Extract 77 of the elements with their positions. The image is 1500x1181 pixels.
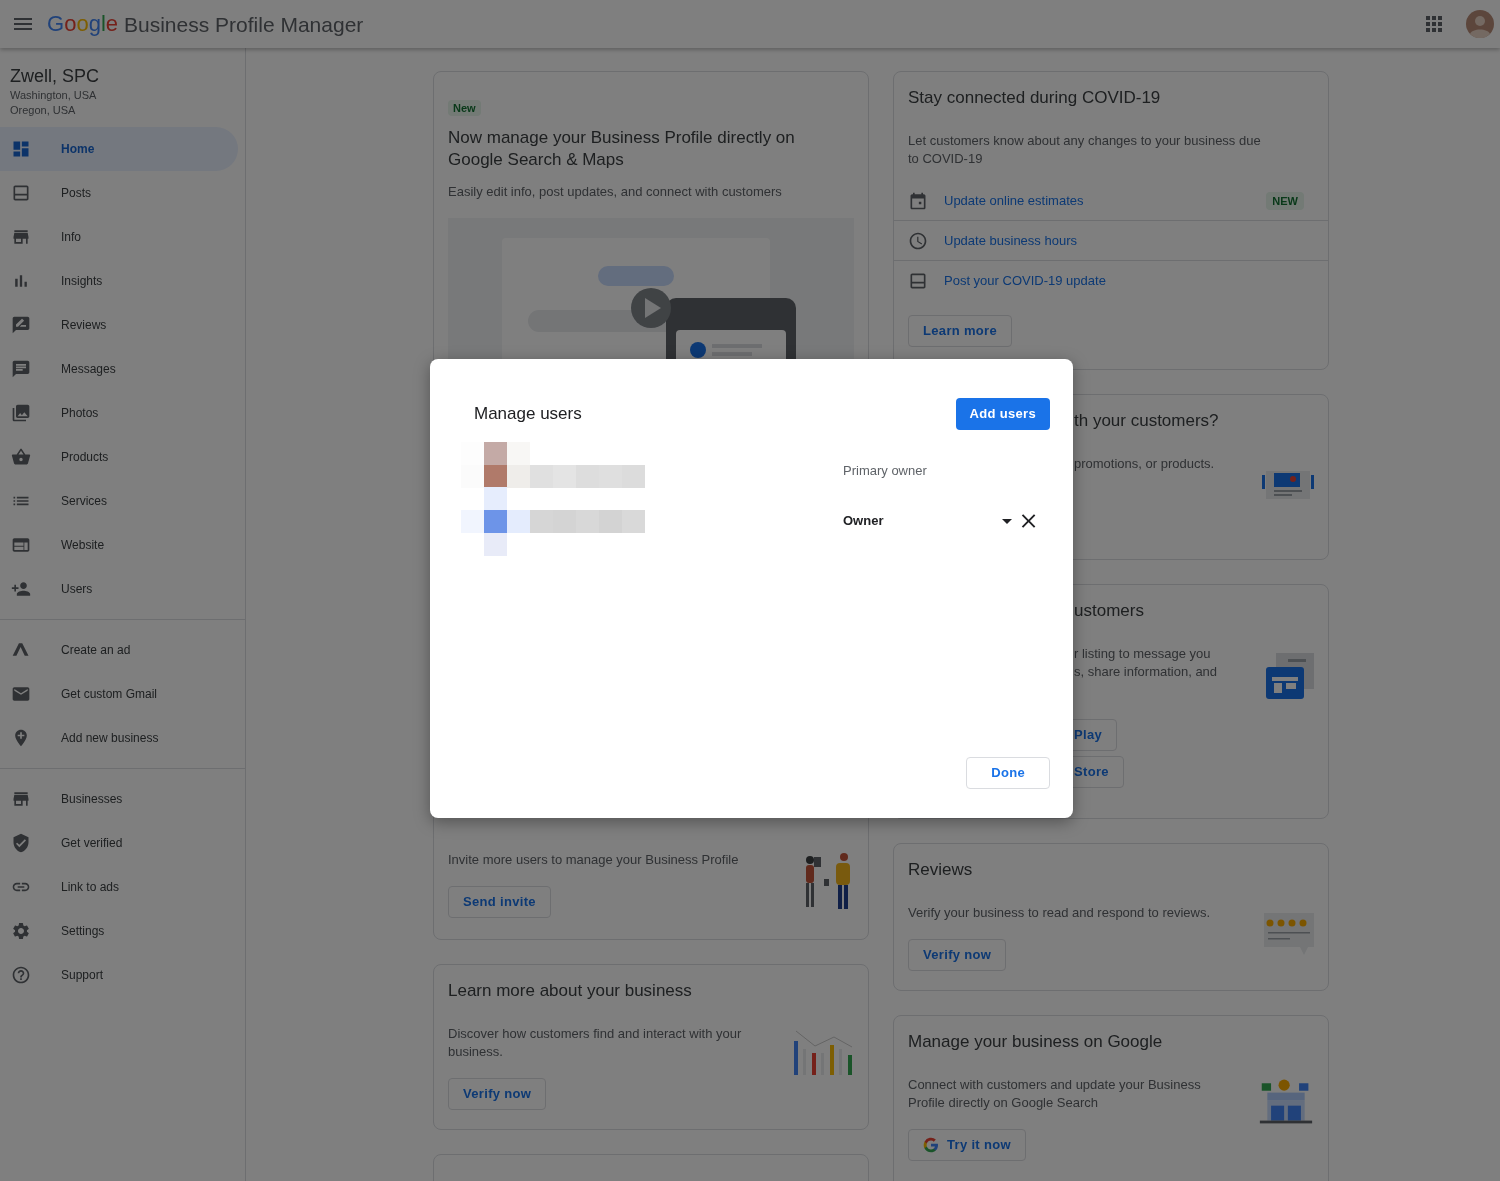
nav-item[interactable]: Insights: [0, 259, 238, 303]
action-button[interactable]: Send invite: [448, 886, 551, 918]
nav-item[interactable]: Services: [0, 479, 238, 523]
dialog-title: Manage users: [474, 403, 582, 426]
caret-icon: [1001, 518, 1012, 524]
link[interactable]: Post your COVID-19 update: [944, 271, 1106, 291]
nav-item[interactable]: Home: [0, 127, 238, 171]
nav-item[interactable]: Photos: [0, 391, 238, 435]
role-dropdown[interactable]: Owner: [843, 511, 1017, 531]
card-text: s, share information, and: [1074, 663, 1219, 681]
mail-icon: [11, 684, 31, 704]
new-badge: NEW: [1266, 191, 1304, 210]
google-logo: Google: [47, 13, 118, 35]
nav-item[interactable]: Posts: [0, 171, 238, 215]
post-icon: [908, 271, 928, 291]
store-icon: [11, 227, 31, 247]
post-icon: [11, 183, 31, 203]
basket-icon: [11, 447, 31, 467]
nav-item[interactable]: Link to ads: [0, 865, 238, 909]
add-person-icon: [11, 579, 31, 599]
location-text: Washington, USA: [10, 88, 98, 103]
nav-item[interactable]: Get custom Gmail: [0, 672, 238, 716]
settings-icon: [11, 921, 31, 941]
shield-check-icon: [11, 833, 31, 853]
card-title: th your customers?: [1074, 410, 1220, 432]
add-users-button[interactable]: Add users: [955, 398, 1050, 430]
business-name: Zwell, SPC: [10, 65, 100, 88]
google-g-icon: [923, 1137, 939, 1153]
card-text: Discover how customers find and interact with your business.: [448, 1025, 743, 1061]
card-title: Stay connected during COVID-19: [908, 87, 1162, 109]
card-text: promotions, or products.: [1074, 455, 1216, 473]
app-title: Business Profile Manager: [124, 13, 364, 35]
review-icon: [11, 315, 31, 335]
nav-item[interactable]: Settings: [0, 909, 238, 953]
avatar-icon[interactable]: [1466, 10, 1494, 38]
photo-icon: [11, 403, 31, 423]
nav-item[interactable]: Messages: [0, 347, 238, 391]
help-icon: [11, 965, 31, 985]
nav-item[interactable]: Add new business: [0, 716, 238, 760]
card-text: Let customers know about any changes to your business due to COVID-19: [908, 132, 1262, 168]
card-title: Reviews: [908, 859, 974, 881]
nav-item[interactable]: Info: [0, 215, 238, 259]
card-text: Connect with customers and update your Business Profile directly on Google Search: [908, 1076, 1202, 1112]
nav-item[interactable]: Get verified: [0, 821, 238, 865]
action-button[interactable]: Verify now: [448, 1078, 547, 1110]
action-button[interactable]: Try it now: [908, 1129, 1026, 1161]
link[interactable]: Update business hours: [944, 230, 1077, 251]
new-badge: New: [448, 100, 481, 116]
store-drawing: [1266, 653, 1314, 699]
role-text: Primary owner: [843, 461, 927, 480]
nav-item[interactable]: Users: [0, 567, 238, 611]
clock-icon: [908, 230, 928, 251]
dashboard-icon: [11, 139, 31, 159]
action-button[interactable]: Verify now: [908, 939, 1007, 971]
card-text: Verify your business to read and respond to reviews.: [908, 904, 1212, 922]
card-text: Invite more users to manage your Business Profile: [448, 851, 740, 869]
link[interactable]: Update online estimates: [944, 190, 1084, 211]
store-icon: [11, 789, 31, 809]
nav-item[interactable]: Products: [0, 435, 238, 479]
card-title: Manage your business on Google: [908, 1031, 1164, 1053]
card-title: ustomers: [1074, 600, 1145, 622]
nav-item[interactable]: Reviews: [0, 303, 238, 347]
action-button[interactable]: Learn more: [908, 315, 1013, 347]
card-title: Now manage your Business Profile directly on Google Search & Maps: [448, 127, 796, 171]
nav-item[interactable]: Support: [0, 953, 238, 997]
nav-item[interactable]: Create an ad: [0, 628, 238, 672]
location-text: Oregon, USA: [10, 103, 77, 118]
rating-card-drawing: [1264, 913, 1314, 955]
website-icon: [11, 535, 31, 555]
message-icon: [11, 359, 31, 379]
card-text: r listing to message you: [1074, 645, 1212, 663]
nav-item[interactable]: Website: [0, 523, 238, 567]
done-button[interactable]: Done: [966, 757, 1050, 789]
nav-item[interactable]: Businesses: [0, 777, 238, 821]
calendar-icon: [908, 190, 928, 211]
card-title: Learn more about your business: [448, 980, 693, 1002]
card-text: Easily edit info, post updates, and connect with customers: [448, 183, 783, 201]
